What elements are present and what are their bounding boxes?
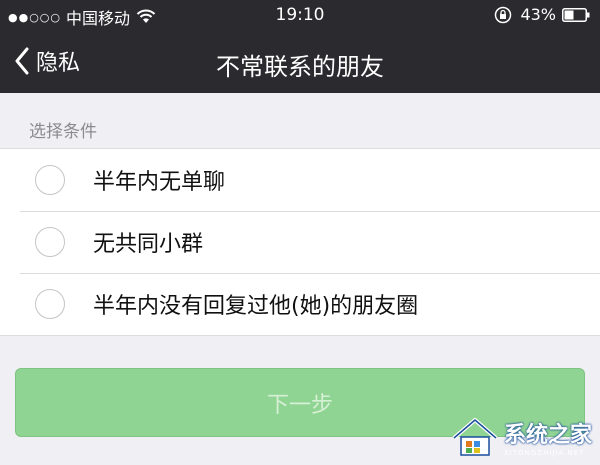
rotation-lock-icon	[495, 6, 512, 23]
option-no-moments-reply[interactable]: 半年内没有回复过他(她)的朋友圈	[0, 273, 600, 335]
watermark: 系统之家 XITONGZHIJIA.NET	[450, 415, 592, 459]
option-label: 半年内无单聊	[93, 170, 226, 195]
option-no-private-chat[interactable]: 半年内无单聊	[0, 149, 600, 211]
options-list: 半年内无单聊 无共同小群 半年内没有回复过他(她)的朋友圈	[0, 148, 600, 336]
house-logo-icon	[452, 418, 498, 456]
radio-unchecked-icon[interactable]	[35, 227, 65, 257]
page-title: 不常联系的朋友	[216, 53, 384, 81]
watermark-subtitle: XITONGZHIJIA.NET	[503, 449, 585, 457]
section-header: 选择条件	[29, 122, 97, 142]
watermark-name: 系统之家	[503, 423, 592, 448]
option-label: 无共同小群	[93, 232, 204, 257]
battery-icon	[562, 7, 590, 22]
status-bar: ●●○○○ 中国移动 19:10 43%	[0, 0, 600, 30]
navigation-bar: 隐私 不常联系的朋友	[0, 30, 600, 93]
watermark-text: 系统之家 XITONGZHIJIA.NET	[504, 417, 592, 457]
radio-unchecked-icon[interactable]	[35, 165, 65, 195]
option-label: 半年内没有回复过他(她)的朋友圈	[93, 294, 419, 319]
status-right: 43%	[494, 5, 590, 24]
battery-percent: 43%	[520, 5, 556, 24]
radio-unchecked-icon[interactable]	[35, 289, 65, 319]
option-no-common-group[interactable]: 无共同小群	[0, 211, 600, 273]
